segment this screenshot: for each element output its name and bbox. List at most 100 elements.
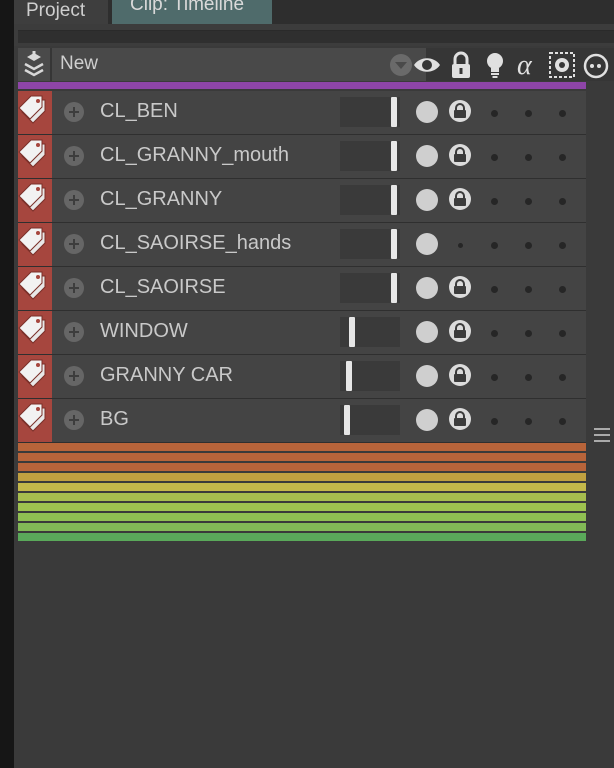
layer-opacity-slider[interactable]: [340, 141, 400, 171]
lock-toggle-icon[interactable]: [449, 320, 471, 342]
layer-row[interactable]: CL_GRANNY_mouth: [18, 135, 586, 179]
layer-name[interactable]: WINDOW: [100, 320, 188, 343]
camera-icon[interactable]: [580, 50, 610, 80]
layer-opacity-slider[interactable]: [340, 229, 400, 259]
layer-opacity-slider[interactable]: [340, 317, 400, 347]
light-toggle[interactable]: [491, 198, 498, 205]
alpha-toggle[interactable]: [525, 374, 532, 381]
mask-toggle[interactable]: [559, 242, 566, 249]
layer-name[interactable]: GRANNY CAR: [100, 364, 233, 387]
opacity-slider-handle[interactable]: [391, 185, 397, 215]
expand-layer-icon[interactable]: [64, 366, 84, 386]
opacity-slider-handle[interactable]: [349, 317, 355, 347]
light-toggle[interactable]: [491, 110, 498, 117]
lock-toggle-off[interactable]: [458, 243, 463, 248]
light-bulb-icon[interactable]: [480, 50, 510, 80]
alpha-toggle[interactable]: [525, 154, 532, 161]
layer-row[interactable]: GRANNY CAR: [18, 355, 586, 399]
layer-name[interactable]: CL_GRANNY: [100, 188, 222, 211]
new-layer-select[interactable]: New: [52, 48, 426, 81]
tab-project[interactable]: Project: [14, 0, 108, 24]
light-toggle[interactable]: [491, 154, 498, 161]
lock-toggle-icon[interactable]: [449, 144, 471, 166]
visibility-toggle[interactable]: [416, 233, 438, 255]
layer-name[interactable]: BG: [100, 408, 129, 431]
opacity-slider-handle[interactable]: [344, 405, 350, 435]
layer-opacity-slider[interactable]: [340, 361, 400, 391]
opacity-slider-handle[interactable]: [391, 273, 397, 303]
mask-toggle[interactable]: [559, 418, 566, 425]
light-toggle[interactable]: [491, 286, 498, 293]
visibility-toggle[interactable]: [416, 145, 438, 167]
layer-color-tag[interactable]: [18, 355, 52, 398]
expand-layer-icon[interactable]: [64, 146, 84, 166]
chevron-down-icon[interactable]: [390, 54, 412, 76]
lock-toggle-icon[interactable]: [449, 188, 471, 210]
mask-toggle[interactable]: [559, 198, 566, 205]
lock-toggle-icon[interactable]: [449, 408, 471, 430]
visibility-toggle[interactable]: [416, 189, 438, 211]
visibility-toggle[interactable]: [416, 409, 438, 431]
lock-toggle-icon[interactable]: [449, 276, 471, 298]
layer-row[interactable]: CL_BEN: [18, 91, 586, 135]
alpha-icon[interactable]: α: [514, 50, 544, 80]
layer-name[interactable]: CL_SAOIRSE_hands: [100, 232, 291, 255]
alpha-toggle[interactable]: [525, 110, 532, 117]
layer-opacity-slider[interactable]: [340, 185, 400, 215]
layer-name[interactable]: CL_SAOIRSE: [100, 276, 226, 299]
layer-color-tag[interactable]: [18, 311, 52, 354]
layer-row[interactable]: CL_SAOIRSE_hands: [18, 223, 586, 267]
light-toggle[interactable]: [491, 330, 498, 337]
visibility-toggle[interactable]: [416, 321, 438, 343]
layer-color-tag[interactable]: [18, 399, 52, 442]
light-toggle[interactable]: [491, 242, 498, 249]
mask-toggle[interactable]: [559, 154, 566, 161]
layer-color-tag[interactable]: [18, 179, 52, 222]
opacity-slider-handle[interactable]: [391, 97, 397, 127]
light-toggle[interactable]: [491, 418, 498, 425]
alpha-toggle[interactable]: [525, 330, 532, 337]
layer-color-tag[interactable]: [18, 267, 52, 310]
opacity-slider-handle[interactable]: [391, 229, 397, 259]
opacity-slider-handle[interactable]: [346, 361, 352, 391]
light-toggle[interactable]: [491, 374, 498, 381]
expand-layer-icon[interactable]: [64, 234, 84, 254]
tab-clip-timeline[interactable]: Clip: Timeline: [112, 0, 272, 24]
layer-name[interactable]: CL_GRANNY_mouth: [100, 144, 289, 167]
expand-layer-icon[interactable]: [64, 410, 84, 430]
opacity-slider-handle[interactable]: [391, 141, 397, 171]
layer-row[interactable]: BG: [18, 399, 586, 443]
layer-color-tag[interactable]: [18, 91, 52, 134]
layer-opacity-slider[interactable]: [340, 405, 400, 435]
visibility-toggle[interactable]: [416, 277, 438, 299]
expand-layer-icon[interactable]: [64, 102, 84, 122]
resize-grip-icon[interactable]: [592, 424, 612, 444]
layer-color-tag[interactable]: [18, 135, 52, 178]
layer-opacity-slider[interactable]: [340, 273, 400, 303]
alpha-toggle[interactable]: [525, 198, 532, 205]
visibility-toggle[interactable]: [416, 365, 438, 387]
lock-toggle-icon[interactable]: [449, 364, 471, 386]
visibility-eye-icon[interactable]: [412, 50, 442, 80]
expand-layer-icon[interactable]: [64, 278, 84, 298]
mask-toggle[interactable]: [559, 286, 566, 293]
layer-opacity-slider[interactable]: [340, 97, 400, 127]
import-layer-button[interactable]: [18, 48, 50, 81]
layer-row[interactable]: CL_GRANNY: [18, 179, 586, 223]
alpha-toggle[interactable]: [525, 418, 532, 425]
alpha-toggle[interactable]: [525, 242, 532, 249]
mask-icon[interactable]: [547, 50, 577, 80]
expand-layer-icon[interactable]: [64, 322, 84, 342]
expand-layer-icon[interactable]: [64, 190, 84, 210]
mask-toggle[interactable]: [559, 374, 566, 381]
mask-toggle[interactable]: [559, 110, 566, 117]
visibility-toggle[interactable]: [416, 101, 438, 123]
lock-icon[interactable]: [446, 50, 476, 80]
layer-row[interactable]: CL_SAOIRSE: [18, 267, 586, 311]
alpha-toggle[interactable]: [525, 286, 532, 293]
layer-color-tag[interactable]: [18, 223, 52, 266]
layer-row[interactable]: WINDOW: [18, 311, 586, 355]
lock-toggle-icon[interactable]: [449, 100, 471, 122]
mask-toggle[interactable]: [559, 330, 566, 337]
layer-name[interactable]: CL_BEN: [100, 100, 178, 123]
